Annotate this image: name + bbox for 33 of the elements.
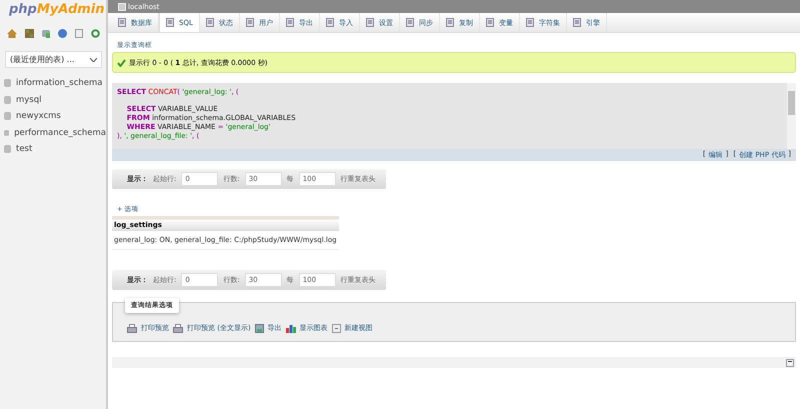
bar-chart-icon xyxy=(286,324,296,332)
page-icon[interactable] xyxy=(74,29,82,38)
page-icon xyxy=(366,18,374,27)
database-link[interactable]: information_schema xyxy=(16,78,103,88)
database-link[interactable]: test xyxy=(16,144,32,154)
page-icon xyxy=(206,18,214,27)
page-icon xyxy=(326,18,334,27)
page-icon xyxy=(572,18,581,27)
page-icon xyxy=(406,18,414,27)
page-icon xyxy=(446,18,454,27)
printer-icon xyxy=(173,324,183,332)
page-icon xyxy=(118,18,126,27)
help-icon[interactable] xyxy=(58,29,66,38)
server-icon xyxy=(118,2,126,10)
scrollbar[interactable] xyxy=(787,83,796,149)
database-link[interactable]: performance_schema xyxy=(14,128,106,138)
printer-icon xyxy=(127,324,137,332)
database-link[interactable]: newyxcms xyxy=(16,111,61,122)
page-icon xyxy=(526,18,534,27)
home-icon[interactable] xyxy=(6,29,16,38)
database-link[interactable]: mysql xyxy=(16,94,42,105)
export-icon xyxy=(254,324,264,332)
page-icon xyxy=(166,18,174,27)
recent-tables-select[interactable]: (最近使用的表) ... xyxy=(5,51,102,68)
page-icon xyxy=(286,18,294,27)
logo[interactable]: phpMyAdmin xyxy=(9,2,105,17)
page-icon xyxy=(486,18,494,27)
check-icon xyxy=(117,58,126,66)
grid-icon[interactable] xyxy=(24,29,34,38)
page-icon xyxy=(246,18,254,27)
page-icon xyxy=(332,324,341,332)
refresh-icon[interactable] xyxy=(90,29,100,38)
caret-icon xyxy=(90,58,97,62)
